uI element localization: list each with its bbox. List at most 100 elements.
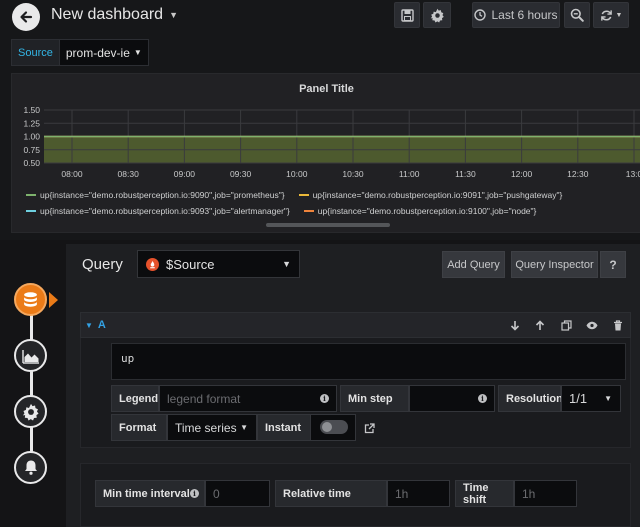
legend-label: up{instance="demo.robustperception.io:91… [317, 206, 537, 216]
info-icon[interactable]: i [320, 394, 329, 403]
legend-format-input[interactable]: legend format i [159, 385, 337, 412]
y-tick-label: 0.75 [23, 145, 40, 155]
time-range-text: Last 6 hours [491, 8, 558, 22]
back-button[interactable] [12, 3, 40, 31]
open-external-link[interactable] [364, 421, 376, 434]
move-up-button[interactable] [534, 319, 546, 331]
step-visualization[interactable] [14, 339, 47, 372]
y-tick-label: 1.50 [23, 105, 40, 115]
refresh-button[interactable]: ▼ [593, 2, 629, 28]
relative-time-placeholder: 1h [395, 486, 409, 501]
legend-label: up{instance="demo.robustperception.io:90… [40, 190, 285, 200]
template-variables: Source prom-dev-ie ▼ [11, 39, 149, 66]
zoom-out-icon [570, 8, 584, 22]
time-picker-button[interactable]: Last 6 hours [472, 2, 560, 28]
legend-label: up{instance="demo.robustperception.io:90… [40, 206, 290, 216]
legend-swatch [303, 210, 314, 212]
legend-row: up{instance="demo.robustperception.io:90… [26, 187, 626, 203]
legend-format-placeholder: legend format [167, 391, 241, 406]
save-dashboard-button[interactable] [394, 2, 420, 28]
info-icon[interactable]: i [190, 489, 199, 498]
x-tick-label: 09:30 [230, 169, 252, 179]
database-icon [24, 292, 37, 307]
variable-select-source[interactable]: prom-dev-ie ▼ [59, 39, 149, 66]
zoom-out-button[interactable] [564, 2, 590, 28]
prometheus-logo-icon [146, 257, 159, 271]
cog-settings-icon [22, 403, 39, 420]
save-icon [400, 8, 414, 22]
legend-item[interactable]: up{instance="demo.robustperception.io:90… [26, 206, 290, 216]
instant-toggle[interactable] [320, 420, 348, 434]
caret-down-icon: ▼ [282, 259, 291, 269]
step-general[interactable] [14, 395, 47, 428]
dashboard-navbar: New dashboard ▼ Last 6 hours ▼ [0, 0, 640, 34]
min-time-interval-text: Min time interval [103, 487, 190, 500]
query-row-toggle[interactable]: ▼ A [85, 319, 106, 331]
legend-item[interactable]: up{instance="demo.robustperception.io:90… [26, 190, 285, 200]
remove-query-button[interactable] [612, 319, 624, 331]
relative-time-label: Relative time [275, 480, 387, 507]
caret-down-icon: ▼ [85, 320, 93, 330]
add-query-button[interactable]: Add Query [442, 251, 505, 278]
legend-scrollbar[interactable] [266, 223, 390, 227]
variable-value-text: prom-dev-ie [65, 45, 130, 60]
toggle-query-visibility-button[interactable] [586, 319, 598, 331]
duplicate-query-button[interactable] [560, 319, 572, 331]
dashboard-title-text: New dashboard [51, 6, 164, 23]
legend-swatch [298, 194, 309, 196]
format-value: Time series [175, 420, 237, 435]
active-step-arrow [49, 292, 58, 308]
eye-icon [586, 321, 598, 329]
resolution-value: 1/1 [569, 391, 588, 406]
query-inspector-button[interactable]: Query Inspector [511, 251, 598, 278]
x-tick-label: 11:00 [399, 169, 420, 179]
caret-down-icon: ▼ [604, 394, 612, 403]
datasource-picker[interactable]: $Source ▼ [137, 250, 300, 278]
resolution-select[interactable]: 1/1 ▼ [561, 385, 621, 412]
info-icon[interactable]: i [478, 394, 487, 403]
graph-chart[interactable]: 1.50 1.25 1.00 0.75 0.50 08:00 08:30 09:00 09:30… [12, 74, 640, 184]
legend-row: up{instance="demo.robustperception.io:90… [26, 203, 626, 219]
dashboard-title[interactable]: New dashboard ▼ [51, 6, 178, 24]
legend-item[interactable]: up{instance="demo.robustperception.io:91… [303, 206, 537, 216]
legend-swatch [26, 210, 36, 212]
x-tick-label: 11:30 [455, 169, 476, 179]
format-select[interactable]: Time series ▼ [167, 414, 257, 441]
dashboard-settings-button[interactable] [423, 2, 451, 28]
time-shift-input[interactable]: 1h [514, 480, 577, 507]
min-step-label: Min step [340, 385, 409, 412]
legend-label: up{instance="demo.robustperception.io:90… [312, 190, 563, 200]
trash-icon [614, 319, 622, 330]
graph-panel[interactable]: Panel Title 1.50 1.25 1.00 0.75 0.50 08:00 08:… [11, 73, 640, 233]
help-button[interactable]: ? [600, 251, 626, 278]
area-chart-icon [21, 349, 39, 364]
x-tick-label: 12:00 [511, 169, 533, 179]
refresh-icon [600, 9, 612, 21]
format-label: Format [111, 414, 167, 441]
time-shift-label: Time shift [455, 480, 514, 507]
min-step-input[interactable]: i [409, 385, 495, 412]
graph-legend: up{instance="demo.robustperception.io:90… [26, 187, 626, 219]
x-tick-label: 08:00 [61, 169, 83, 179]
y-tick-label: 0.50 [23, 158, 40, 168]
x-tick-label: 10:00 [286, 169, 308, 179]
query-row-header[interactable]: ▼ A [80, 312, 631, 338]
time-shift-placeholder: 1h [522, 486, 536, 501]
arrow-down-icon [510, 320, 520, 331]
x-tick-label: 12:30 [567, 169, 589, 179]
move-down-button[interactable] [509, 319, 521, 331]
resolution-label: Resolution [498, 385, 563, 412]
min-time-interval-placeholder: 0 [213, 486, 220, 501]
min-time-interval-input[interactable]: 0 [205, 480, 270, 507]
caret-down-icon: ▼ [240, 423, 248, 432]
legend-swatch [26, 194, 36, 196]
legend-item[interactable]: up{instance="demo.robustperception.io:90… [298, 190, 563, 200]
step-queries[interactable] [14, 283, 47, 316]
y-tick-label: 1.00 [23, 132, 40, 142]
relative-time-input[interactable]: 1h [387, 480, 450, 507]
promql-expression-editor[interactable]: up [111, 343, 626, 380]
x-tick-label: 13:0 [626, 169, 640, 179]
step-alert[interactable] [14, 451, 47, 484]
caret-down-icon: ▼ [133, 48, 142, 57]
instant-label: Instant [257, 414, 310, 441]
